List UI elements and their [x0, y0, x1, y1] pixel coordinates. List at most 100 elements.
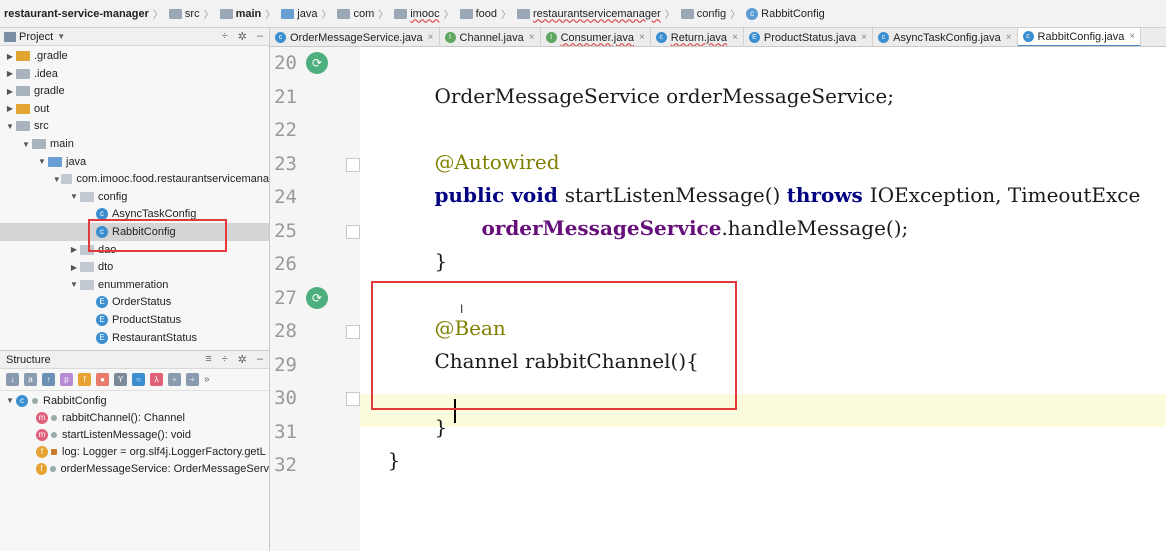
visibility-icon — [51, 431, 57, 438]
breadcrumb-item[interactable]: restaurant-service-manager — [4, 8, 149, 20]
tree-item[interactable]: ▼ enummeration — [0, 276, 269, 294]
structure-member[interactable]: f orderMessageService: OrderMessageServ — [0, 460, 269, 477]
chevron-down-icon[interactable]: ▼ — [52, 175, 61, 184]
structure-member[interactable]: f log: Logger = org.slf4j.LoggerFactory.g… — [0, 443, 269, 460]
folder-icon — [48, 156, 62, 167]
editor-tab[interactable]: c RabbitConfig.java × — [1017, 28, 1142, 46]
chevron-right-icon[interactable]: ▶ — [4, 87, 16, 96]
tree-item[interactable]: ▼ main — [0, 135, 269, 153]
tree-item[interactable]: ▼ java — [0, 153, 269, 171]
editor-tab[interactable]: I Consumer.java × — [541, 28, 651, 46]
more-icon[interactable]: » — [204, 374, 210, 385]
close-icon[interactable]: × — [861, 32, 867, 43]
tree-item[interactable]: E OrderStatus — [0, 293, 269, 311]
breadcrumb-item[interactable]: main — [216, 8, 261, 20]
tree-item[interactable]: ▼ config — [0, 188, 269, 206]
chevron-right-icon[interactable]: ▶ — [68, 245, 80, 254]
tree-item[interactable]: E ProductStatus — [0, 311, 269, 329]
lambda-icon[interactable]: λ — [150, 373, 163, 386]
breadcrumb-item[interactable]: java — [277, 8, 317, 20]
tree-item[interactable]: ▼ src — [0, 117, 269, 135]
structure-member[interactable]: m startListenMessage(): void — [0, 426, 269, 443]
editor-tab[interactable]: E ProductStatus.java × — [744, 28, 874, 46]
breadcrumb-label: src — [184, 7, 200, 20]
tree-item[interactable]: ▶ .gradle — [0, 47, 269, 65]
tree-item[interactable]: ▶ gradle — [0, 82, 269, 100]
chevron-right-icon[interactable]: ▶ — [4, 104, 16, 113]
editor-tab[interactable]: I Channel.java × — [440, 28, 541, 46]
tree-item-label: enummeration — [98, 278, 169, 291]
chevron-right-icon[interactable]: ▶ — [68, 263, 80, 272]
fold-marker-icon[interactable] — [346, 224, 360, 239]
editor-tab[interactable]: c Return.java × — [651, 28, 744, 46]
expand-icon[interactable]: ÷ — [168, 373, 181, 386]
code-line-31[interactable]: } — [362, 411, 400, 472]
hide-icon[interactable]: – — [257, 30, 263, 43]
spring-bean-icon[interactable]: ⟳ — [306, 52, 328, 74]
code-line-22[interactable]: @Autowired — [409, 113, 559, 174]
expand-all-icon[interactable]: ≡ — [205, 353, 211, 366]
tree-item-label: gradle — [34, 85, 65, 98]
collapse-icon[interactable]: ÷ — [186, 373, 199, 386]
code-line-24[interactable]: orderMessageService.handleMessage(); — [456, 179, 908, 240]
breadcrumb-item[interactable]: src — [165, 8, 200, 20]
tree-item[interactable]: ▶ dto — [0, 258, 269, 276]
tree-item[interactable]: ▼ com.imooc.food.restaurantservicemana — [0, 170, 269, 188]
breadcrumb-label: restaurantservicemanager — [533, 7, 661, 20]
folder-icon — [16, 86, 30, 97]
close-icon[interactable]: × — [428, 32, 434, 43]
chevron-down-icon[interactable]: ▼ — [4, 396, 16, 405]
gear-icon[interactable]: ✲ — [238, 30, 247, 43]
structure-member[interactable]: m rabbitChannel(): Channel — [0, 409, 269, 426]
project-panel-header: Project ▼ ÷ ✲ – — [0, 28, 269, 46]
code-line-20[interactable]: OrderMessageService orderMessageService; — [409, 47, 894, 108]
folder-icon — [16, 103, 30, 114]
editor-tab[interactable]: c OrderMessageService.java × — [270, 28, 440, 46]
fold-marker-icon[interactable] — [346, 392, 360, 406]
close-icon[interactable]: × — [1129, 31, 1135, 42]
tree-item[interactable]: ▶ out — [0, 100, 269, 118]
chevron-down-icon[interactable]: ▼ — [20, 140, 32, 149]
fields-icon[interactable]: f — [78, 373, 91, 386]
chevron-down-icon[interactable]: ▼ — [57, 32, 65, 41]
chevron-down-icon[interactable]: ▼ — [68, 192, 80, 201]
editor-tab[interactable]: c AsyncTaskConfig.java × — [873, 28, 1018, 46]
breadcrumb-item[interactable]: restaurantservicemanager — [513, 8, 661, 20]
line-number: 29 — [274, 353, 297, 376]
code-line-23[interactable]: public void startListenMessage() throws … — [409, 146, 1140, 207]
chevron-down-icon[interactable]: ▼ — [68, 280, 80, 289]
chevron-down-icon[interactable]: ▼ — [36, 157, 48, 166]
fold-marker-icon[interactable] — [346, 157, 360, 172]
collapse-all-icon[interactable]: ÷ — [222, 30, 228, 43]
close-icon[interactable]: × — [732, 32, 738, 43]
properties-icon[interactable]: p — [60, 373, 73, 386]
breadcrumb-item[interactable]: imooc — [390, 8, 440, 20]
fold-marker-icon[interactable] — [346, 325, 360, 339]
hide-icon[interactable]: – — [257, 353, 263, 366]
code-line-25[interactable]: } — [409, 212, 447, 273]
tree-item[interactable]: E RestaurantStatus — [0, 329, 269, 347]
sort-visibility-icon[interactable]: ↓ — [6, 373, 19, 386]
chevron-right-icon[interactable]: ▶ — [4, 69, 16, 78]
breadcrumb-item[interactable]: c RabbitConfig — [742, 7, 825, 20]
non-public-icon[interactable]: ● — [96, 373, 109, 386]
structure-root[interactable]: ▼ c RabbitConfig — [0, 392, 269, 409]
close-icon[interactable]: × — [639, 32, 645, 43]
filter-icon[interactable]: Y — [114, 373, 127, 386]
tree-item[interactable]: ▶ .idea — [0, 65, 269, 83]
breadcrumb-item[interactable]: food — [456, 8, 497, 20]
gear-icon[interactable]: ✲ — [238, 353, 247, 366]
close-icon[interactable]: × — [529, 32, 535, 43]
spring-bean-icon[interactable]: ⟳ — [306, 286, 328, 309]
project-panel-title[interactable]: Project — [19, 31, 53, 43]
sort-alpha-icon[interactable]: a — [24, 373, 37, 386]
anonymous-class-icon[interactable]: ○ — [132, 373, 145, 386]
collapse-all-icon[interactable]: ÷ — [222, 353, 228, 366]
inherited-icon[interactable]: ↑ — [42, 373, 55, 386]
code-editor[interactable]: 20 21 22 23 24 25 26 27 28 29 30 31 32 ⟳ ⟳ OrderMessag… — [270, 47, 1166, 551]
breadcrumb-item[interactable]: config — [677, 8, 726, 20]
close-icon[interactable]: × — [1006, 32, 1012, 43]
chevron-right-icon[interactable]: ▶ — [4, 52, 16, 61]
chevron-down-icon[interactable]: ▼ — [4, 122, 16, 131]
breadcrumb-item[interactable]: com — [333, 8, 374, 20]
